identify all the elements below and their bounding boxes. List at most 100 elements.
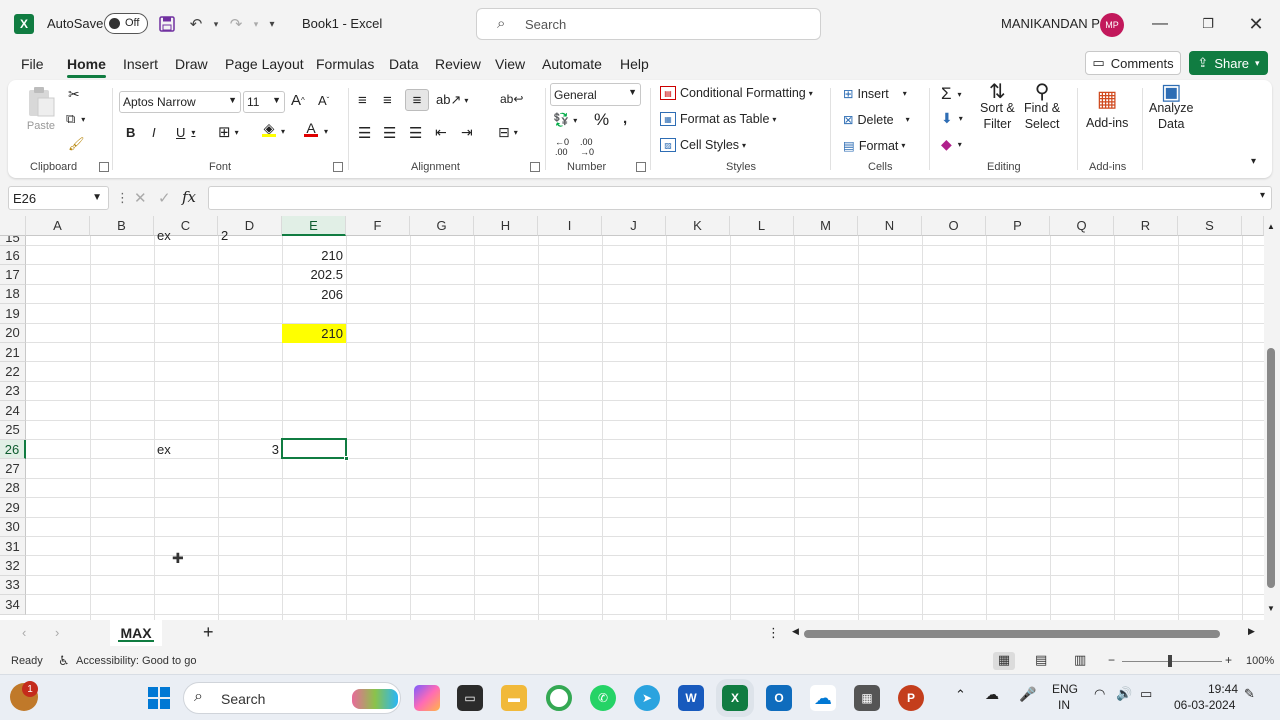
language-line2[interactable]: IN (1058, 698, 1070, 712)
font-color-dropdown-icon[interactable]: ▾ (324, 127, 328, 136)
collapse-ribbon-icon[interactable]: ▾ (1251, 156, 1256, 167)
word-icon[interactable]: W (678, 685, 704, 711)
undo-dropdown-icon[interactable]: ▾ (206, 14, 226, 34)
column-header-n[interactable]: N (858, 216, 922, 236)
row-header-18[interactable]: 18 (0, 284, 26, 305)
comments-button[interactable]: ▭ Comments (1085, 51, 1181, 75)
calculator-icon[interactable]: ▦ (854, 685, 880, 711)
row-header-29[interactable]: 29 (0, 498, 26, 518)
telegram-icon[interactable]: ➤ (634, 685, 660, 711)
accounting-format-icon[interactable]: 💱 ▾ (553, 112, 577, 128)
active-cell-e26[interactable] (281, 438, 349, 461)
italic-button[interactable]: I (152, 125, 156, 140)
file-explorer-icon[interactable]: ▬ (501, 685, 527, 711)
align-bottom-icon[interactable]: ≡ (405, 89, 429, 111)
cell-d26[interactable]: 3 (218, 440, 282, 459)
row-header-15[interactable]: 15 (0, 236, 26, 246)
cell-e17[interactable]: 202.5 (282, 265, 346, 284)
notifications-icon[interactable]: ✎ (1244, 686, 1255, 702)
clipboard-launcher-icon[interactable] (99, 162, 109, 172)
analyze-data-button[interactable]: ▣ Analyze Data (1149, 81, 1193, 132)
delete-cells-button[interactable]: ⊠ Delete ▾ (843, 112, 910, 128)
name-box[interactable]: E26 ▼ (8, 186, 109, 210)
fill-color-dropdown-icon[interactable]: ▾ (281, 127, 285, 136)
font-name-select[interactable]: Aptos Narrow ▼ (119, 91, 241, 113)
clear-icon[interactable]: ◆ ▾ (941, 136, 962, 153)
row-header-33[interactable]: 33 (0, 575, 26, 596)
scroll-up-icon[interactable]: ▲ (1267, 222, 1275, 231)
onedrive-icon[interactable]: ☁ (810, 685, 836, 711)
search-box[interactable]: ⌕ Search (476, 8, 821, 40)
format-as-table-button[interactable]: ▦ Format as Table ▾ (660, 112, 776, 126)
vertical-scrollbar[interactable]: ▲ ▼ (1264, 216, 1280, 620)
alignment-launcher-icon[interactable] (530, 162, 540, 172)
number-format-select[interactable]: General ▼ (550, 83, 641, 106)
row-header-25[interactable]: 25 (0, 420, 26, 440)
conditional-formatting-button[interactable]: ▤ Conditional Formatting ▾ (660, 86, 813, 100)
increase-indent-icon[interactable]: ⇥ (461, 124, 473, 141)
restore-icon[interactable]: ❐ (1196, 12, 1220, 36)
wrap-text-icon[interactable]: ab↩ (500, 92, 523, 106)
task-view-icon[interactable]: ▭ (457, 685, 483, 711)
column-header-o[interactable]: O (922, 216, 986, 236)
autosave-toggle[interactable]: Off (104, 13, 148, 34)
row-header-17[interactable]: 17 (0, 265, 26, 285)
battery-icon[interactable]: ▭ (1140, 686, 1152, 702)
tab-home[interactable]: Home (67, 56, 106, 78)
paste-button[interactable]: Paste (26, 86, 56, 132)
zoom-slider[interactable] (1122, 661, 1222, 662)
find-select-button[interactable]: ⚲ Find & Select (1024, 82, 1060, 132)
align-right-icon[interactable]: ☰ (409, 124, 422, 142)
tab-formulas[interactable]: Formulas (316, 56, 374, 72)
column-header-t[interactable] (1242, 216, 1264, 236)
tab-review[interactable]: Review (435, 56, 481, 72)
font-color-icon[interactable]: A (304, 121, 318, 137)
cell-c15[interactable]: ex (154, 226, 218, 245)
column-header-q[interactable]: Q (1050, 216, 1114, 236)
cloud-sync-icon[interactable]: ☁ (985, 686, 999, 703)
microphone-icon[interactable]: 🎤 (1019, 686, 1036, 703)
accessibility-status[interactable]: Accessibility: Good to go (76, 655, 196, 667)
cut-icon[interactable]: ✂ (68, 86, 80, 103)
row-header-27[interactable]: 27 (0, 459, 26, 479)
column-header-e[interactable]: E (282, 216, 346, 236)
sheet-tab-max[interactable]: MAX (110, 620, 162, 646)
expand-formula-bar-icon[interactable]: ▾ (1260, 190, 1265, 201)
next-sheet-icon[interactable]: › (55, 625, 59, 640)
row-header-24[interactable]: 24 (0, 401, 26, 421)
scroll-right-icon[interactable]: ▶ (1248, 626, 1255, 637)
customize-toolbar-icon[interactable]: ▾ (262, 14, 282, 34)
zoom-out-icon[interactable]: − (1108, 653, 1115, 667)
bold-button[interactable]: B (126, 125, 135, 140)
format-cells-button[interactable]: ▤ Format ▾ (843, 138, 905, 154)
formula-input[interactable]: ▾ (208, 186, 1272, 210)
column-header-r[interactable]: R (1114, 216, 1178, 236)
insert-cells-button[interactable]: ⊞ Insert ▾ (843, 86, 907, 102)
tab-automate[interactable]: Automate (542, 56, 602, 72)
fill-icon[interactable]: ⬇ ▾ (941, 110, 963, 127)
redo-icon[interactable]: ↷ (226, 14, 246, 34)
column-header-m[interactable]: M (794, 216, 858, 236)
wifi-icon[interactable]: ◠ (1094, 686, 1105, 702)
column-header-k[interactable]: K (666, 216, 730, 236)
zoom-slider-knob[interactable] (1168, 655, 1172, 667)
tab-page-layout[interactable]: Page Layout (225, 56, 304, 72)
vertical-scroll-thumb[interactable] (1267, 348, 1275, 588)
borders-icon[interactable]: ⊞ ▾ (218, 123, 239, 141)
add-sheet-button[interactable]: + (203, 622, 214, 643)
fill-color-icon[interactable]: ◈ (262, 121, 276, 137)
tab-insert[interactable]: Insert (123, 56, 158, 72)
sort-filter-button[interactable]: ⇅ Sort & Filter (980, 82, 1015, 132)
powerpoint-icon[interactable]: P (898, 685, 924, 711)
outlook-icon[interactable]: O (766, 685, 792, 711)
font-size-select[interactable]: 11 ▼ (243, 91, 285, 113)
comma-style-icon[interactable]: , (623, 110, 627, 127)
zoom-level[interactable]: 100% (1246, 655, 1274, 667)
minimize-icon[interactable]: — (1148, 12, 1172, 36)
column-header-j[interactable]: J (602, 216, 666, 236)
column-header-b[interactable]: B (90, 216, 154, 236)
fill-handle[interactable] (344, 456, 349, 461)
select-all-corner[interactable] (0, 216, 26, 236)
row-header-22[interactable]: 22 (0, 362, 26, 382)
prev-sheet-icon[interactable]: ‹ (22, 625, 26, 640)
